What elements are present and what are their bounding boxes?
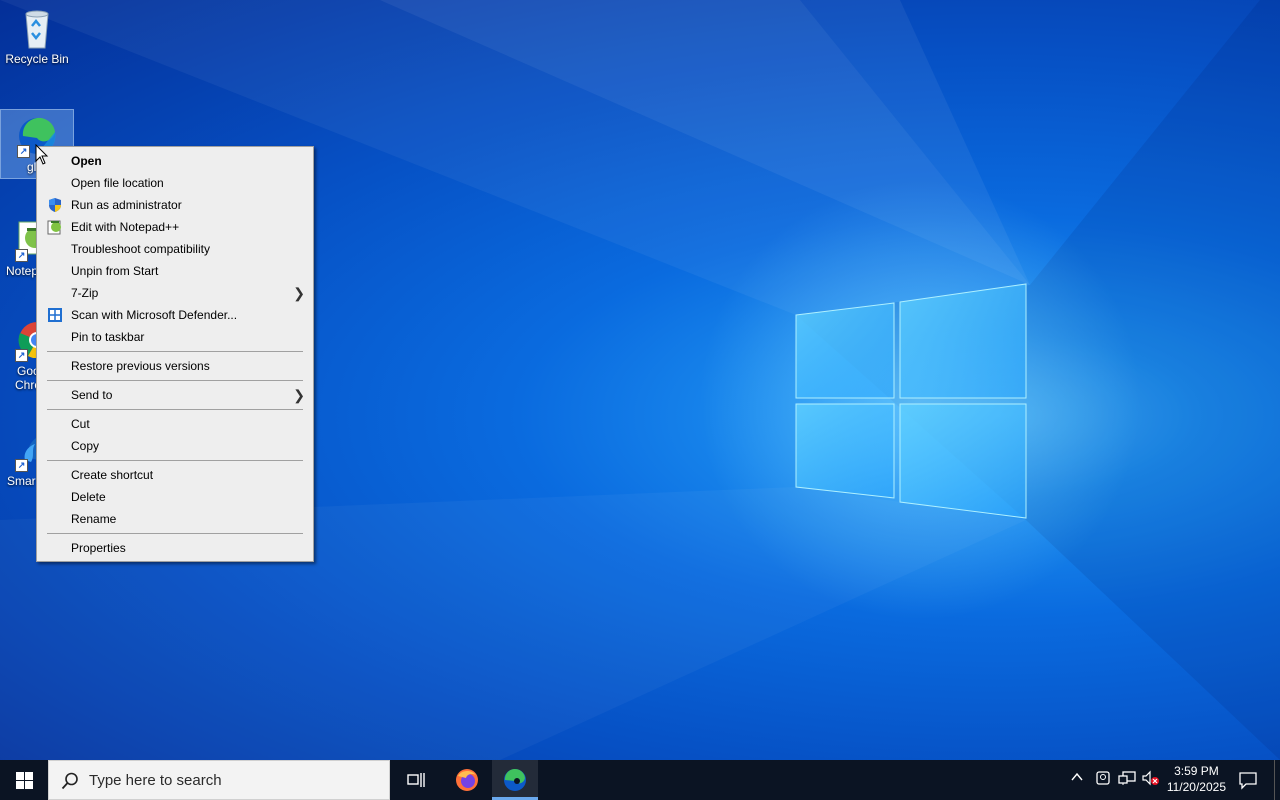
menu-item-label: Open file location bbox=[71, 176, 164, 190]
chevron-up-icon bbox=[1071, 772, 1083, 781]
search-icon bbox=[61, 772, 78, 790]
menu-separator bbox=[47, 380, 303, 381]
menu-item-copy[interactable]: Copy bbox=[37, 435, 313, 457]
start-button[interactable] bbox=[0, 760, 48, 800]
menu-item-label: Restore previous versions bbox=[71, 359, 210, 373]
menu-item-label: Troubleshoot compatibility bbox=[71, 242, 210, 256]
shortcut-arrow-icon: ↗ bbox=[15, 249, 28, 262]
search-placeholder: Type here to search bbox=[89, 772, 222, 789]
recycle-bin-icon bbox=[15, 6, 59, 50]
menu-item-7-zip[interactable]: 7-Zip ❯ bbox=[37, 282, 313, 304]
menu-item-label: Rename bbox=[71, 512, 117, 526]
volume-muted-icon bbox=[1142, 770, 1159, 786]
menu-item-unpin-from-start[interactable]: Unpin from Start bbox=[37, 260, 313, 282]
clock-time: 3:59 PM bbox=[1174, 764, 1219, 778]
shortcut-arrow-icon: ↗ bbox=[15, 349, 28, 362]
menu-item-label: Run as administrator bbox=[71, 198, 182, 212]
shortcut-arrow-icon: ↗ bbox=[17, 145, 30, 158]
mouse-cursor-icon bbox=[35, 144, 49, 165]
menu-item-troubleshoot-compatibility[interactable]: Troubleshoot compatibility bbox=[37, 238, 313, 260]
show-desktop-button[interactable] bbox=[1274, 760, 1280, 800]
task-view-icon bbox=[407, 773, 425, 787]
menu-item-label: Delete bbox=[71, 490, 106, 504]
menu-separator bbox=[47, 460, 303, 461]
menu-item-rename[interactable]: Rename bbox=[37, 508, 313, 530]
menu-item-open-file-location[interactable]: Open file location bbox=[37, 172, 313, 194]
uac-shield-icon bbox=[47, 197, 63, 213]
menu-item-label: Send to bbox=[71, 388, 113, 402]
menu-item-label: Edit with Notepad++ bbox=[71, 220, 180, 234]
desktop-icon-label: Recycle Bin bbox=[5, 52, 69, 66]
menu-item-edit-with-notepad-plus-plus[interactable]: Edit with Notepad++ bbox=[37, 216, 313, 238]
taskbar-app-edge[interactable] bbox=[492, 760, 538, 800]
task-view-button[interactable] bbox=[396, 760, 436, 800]
firefox-icon bbox=[456, 769, 478, 791]
action-center-icon bbox=[1239, 772, 1257, 790]
chevron-right-icon: ❯ bbox=[293, 285, 305, 301]
shortcut-arrow-icon: ↗ bbox=[15, 459, 28, 472]
menu-item-label: Open bbox=[71, 154, 102, 168]
menu-item-label: Unpin from Start bbox=[71, 264, 159, 278]
taskbar: Type here to search 3:59 PM 11/20/2025 bbox=[0, 760, 1280, 800]
menu-item-properties[interactable]: Properties bbox=[37, 537, 313, 559]
desktop-icon-recycle-bin[interactable]: Recycle Bin bbox=[1, 6, 73, 66]
menu-item-scan-with-defender[interactable]: Scan with Microsoft Defender... bbox=[37, 304, 313, 326]
windows-logo bbox=[795, 283, 1027, 519]
menu-item-restore-previous-versions[interactable]: Restore previous versions bbox=[37, 355, 313, 377]
clock-date: 11/20/2025 bbox=[1166, 780, 1226, 794]
windows-start-icon bbox=[16, 772, 33, 789]
menu-separator bbox=[47, 351, 303, 352]
action-center-button[interactable] bbox=[1238, 770, 1258, 793]
defender-icon bbox=[47, 307, 63, 323]
menu-item-send-to[interactable]: Send to ❯ bbox=[37, 384, 313, 406]
menu-separator bbox=[47, 533, 303, 534]
menu-item-label: Pin to taskbar bbox=[71, 330, 145, 344]
menu-item-run-as-administrator[interactable]: Run as administrator bbox=[37, 194, 313, 216]
tray-volume[interactable] bbox=[1142, 770, 1160, 789]
menu-item-open[interactable]: Open bbox=[37, 150, 313, 172]
context-menu: Open Open file location Run as administr… bbox=[36, 146, 314, 562]
taskbar-search-box[interactable]: Type here to search bbox=[48, 760, 390, 800]
menu-item-delete[interactable]: Delete bbox=[37, 486, 313, 508]
chevron-right-icon: ❯ bbox=[293, 387, 305, 403]
menu-item-pin-to-taskbar[interactable]: Pin to taskbar bbox=[37, 326, 313, 348]
menu-item-cut[interactable]: Cut bbox=[37, 413, 313, 435]
taskbar-app-firefox[interactable] bbox=[444, 760, 490, 800]
menu-item-label: Copy bbox=[71, 439, 100, 453]
tray-network[interactable] bbox=[1118, 770, 1136, 789]
meet-now-icon bbox=[1096, 771, 1110, 785]
menu-item-label: Create shortcut bbox=[71, 468, 154, 482]
menu-item-label: Scan with Microsoft Defender... bbox=[71, 308, 238, 322]
menu-item-label: 7-Zip bbox=[71, 286, 99, 300]
menu-separator bbox=[47, 409, 303, 410]
edge-icon bbox=[504, 768, 526, 791]
tray-overflow-button[interactable] bbox=[1070, 770, 1084, 787]
taskbar-clock[interactable]: 3:59 PM 11/20/2025 bbox=[1167, 763, 1226, 795]
notepad-plus-plus-icon bbox=[47, 219, 63, 235]
menu-item-create-shortcut[interactable]: Create shortcut bbox=[37, 464, 313, 486]
network-icon bbox=[1118, 771, 1136, 785]
menu-item-label: Cut bbox=[71, 417, 90, 431]
tray-meet-now[interactable] bbox=[1095, 770, 1111, 789]
menu-item-label: Properties bbox=[71, 541, 126, 555]
